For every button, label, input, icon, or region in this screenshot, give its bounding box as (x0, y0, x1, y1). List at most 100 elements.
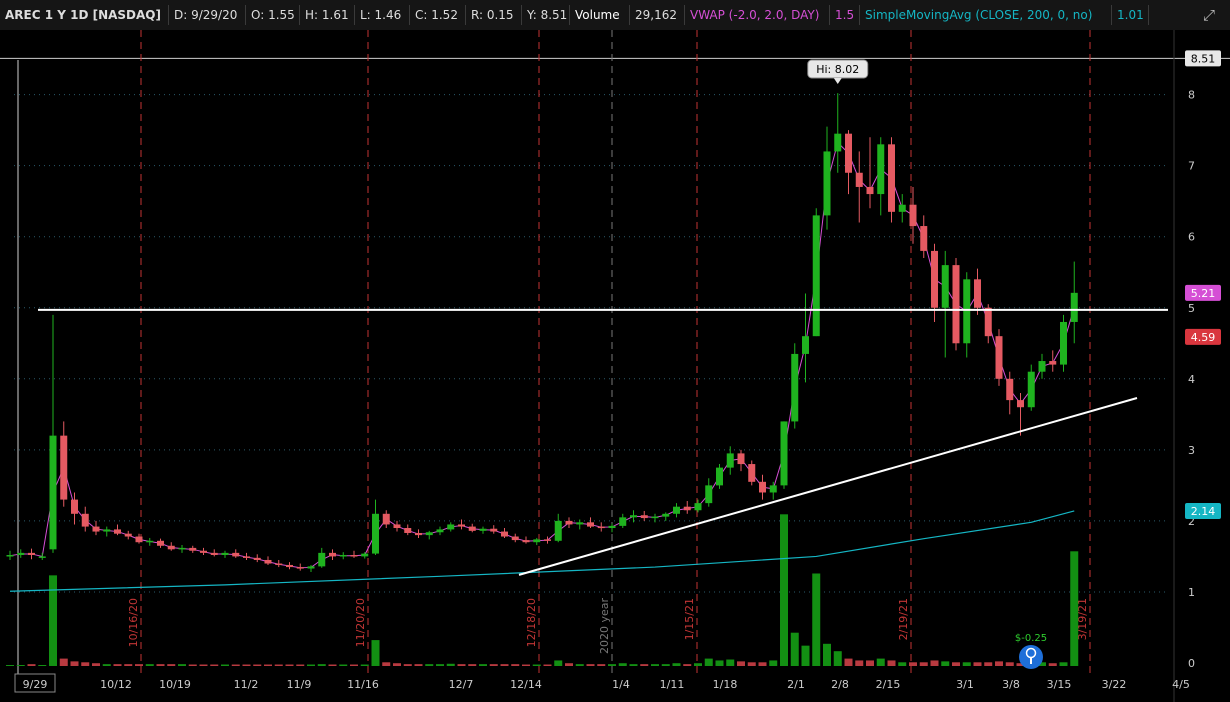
volume-bar (618, 663, 627, 666)
volume-bar (124, 664, 133, 666)
volume-bar (866, 660, 874, 666)
volume-bar (382, 662, 391, 666)
candle-body (511, 536, 519, 541)
candle-body (157, 540, 164, 546)
volume-bar (328, 664, 337, 666)
close-field: C: 1.52 (409, 5, 465, 25)
volume-bar (586, 664, 595, 666)
vwap-label[interactable]: VWAP (-2.0, 2.0, DAY) (684, 5, 829, 25)
volume-bar (855, 660, 864, 666)
volume-bar (651, 664, 659, 666)
candle-body (769, 485, 777, 493)
volume-bar (694, 663, 702, 666)
sma-label[interactable]: SimpleMovingAvg (CLOSE, 200, 0, no) (859, 5, 1111, 25)
volume-bar (833, 651, 842, 666)
candle-body (1017, 400, 1024, 408)
candle-body (630, 515, 637, 518)
volume-bar (49, 575, 57, 666)
symbol-label[interactable]: AREC 1 Y 1D [NASDAQ] (0, 5, 168, 25)
candle-body (662, 513, 670, 517)
candle-body (361, 553, 369, 557)
time-tick-label: 11/2 (234, 678, 259, 691)
time-tick-label: 1/18 (713, 678, 738, 691)
candle-body (92, 526, 100, 532)
volume-bar (70, 661, 79, 666)
volume-bar (479, 664, 487, 666)
candle-body (210, 552, 218, 556)
candle-body (200, 550, 207, 553)
volume-bar (823, 643, 831, 666)
volume-value: 29,162 (629, 5, 684, 25)
price-tick-label: 4 (1188, 373, 1195, 386)
candle-body (533, 539, 541, 543)
volume-bar (393, 663, 401, 666)
candle-body (673, 506, 680, 514)
time-tick-label: 3/1 (956, 678, 974, 691)
volume-bar (661, 664, 670, 666)
candle-body (28, 552, 35, 556)
volume-bar (242, 664, 251, 666)
time-tick-label: 10/19 (159, 678, 191, 691)
candle-body (587, 522, 594, 527)
candle-body (501, 531, 508, 537)
candle-body (651, 516, 659, 519)
volume-bar (543, 664, 552, 666)
volume-bar (38, 665, 47, 666)
candle-body (404, 528, 412, 533)
candle-body (931, 250, 938, 308)
time-tick-label: 2/1 (787, 678, 805, 691)
time-tick-label: 2/8 (831, 678, 849, 691)
volume-bar (640, 664, 649, 666)
candle-body (318, 552, 326, 567)
hi-callout-label: Hi: 8.02 (816, 63, 859, 76)
candle-body (329, 552, 336, 557)
candle-body (253, 557, 261, 560)
candle-body (1060, 321, 1067, 365)
price-badge-label: 8.51 (1191, 52, 1216, 65)
volume-bar (683, 664, 692, 666)
dividend-bulb-icon[interactable] (1019, 645, 1043, 669)
candle-body (275, 563, 283, 566)
candle-body (286, 564, 293, 568)
time-tick-label: 1/4 (612, 678, 630, 691)
year-marker-label: 2020 year (598, 598, 611, 655)
candle-body (780, 421, 788, 486)
volume-bar (360, 664, 369, 666)
volume-bar (339, 664, 348, 666)
price-tick-label: 0 (1188, 657, 1195, 670)
volume-bar (81, 662, 90, 666)
candle-body (189, 547, 197, 551)
volume-bar (887, 660, 896, 666)
volume-bar (511, 664, 520, 666)
volume-bar (403, 664, 412, 666)
candle-body (544, 539, 551, 541)
volume-bar (6, 665, 14, 666)
volume-bar (274, 664, 283, 666)
volume-bar (575, 664, 584, 666)
candle-body (802, 336, 809, 354)
volume-bar (844, 658, 853, 666)
expand-arrows-icon[interactable]: ⤢ (1198, 4, 1220, 26)
volume-bar (952, 662, 960, 666)
time-tick-label: 1/11 (660, 678, 685, 691)
volume-bar (984, 662, 993, 666)
volume-label[interactable]: Volume (569, 5, 629, 25)
price-tick-label: 8 (1188, 89, 1195, 102)
event-date-label: 10/16/20 (127, 598, 140, 647)
time-tick-label: 10/12 (100, 678, 132, 691)
candle-body (6, 555, 14, 557)
sma-value: 1.01 (1111, 5, 1149, 25)
volume-bar (532, 664, 541, 666)
candle-body (705, 485, 713, 504)
price-chart[interactable]: 10/16/20 11/20/20 12/18/20 1/15/21 2/19/21 3/… (0, 30, 1230, 702)
price-tick-label: 7 (1188, 160, 1195, 173)
candle-body (554, 520, 562, 541)
volume-bar (565, 663, 573, 666)
candle-body (339, 555, 347, 557)
candle-body (17, 552, 25, 556)
volume-bar (962, 662, 971, 666)
volume-bar (210, 664, 219, 666)
candle-body (124, 533, 132, 537)
candle-body (103, 529, 111, 532)
price-tick-label: 5 (1188, 302, 1195, 315)
